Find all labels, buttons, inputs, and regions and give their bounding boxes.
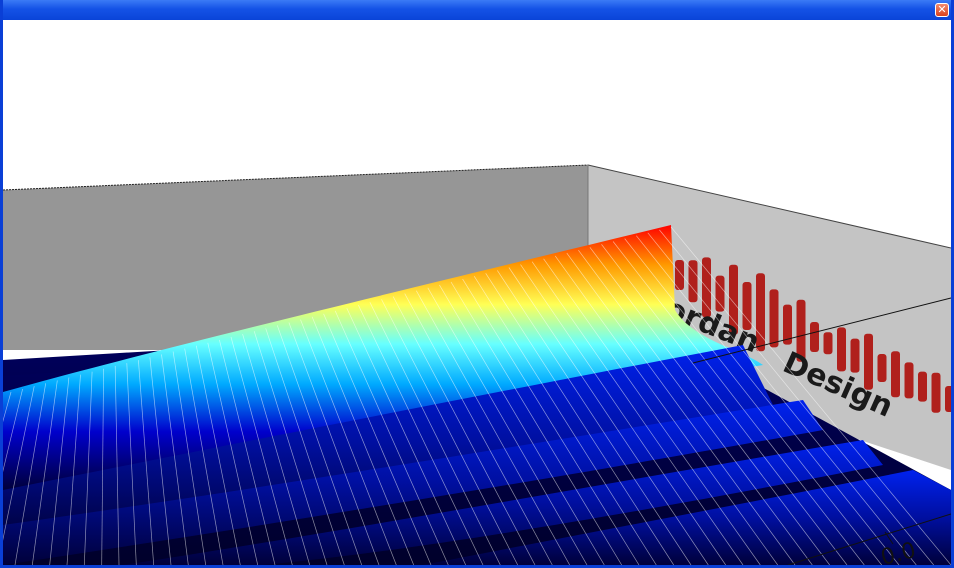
watermark-bar	[823, 332, 833, 355]
watermark-bar	[769, 289, 779, 348]
watermark-bar	[850, 338, 860, 373]
watermark-bar	[810, 322, 819, 352]
close-button[interactable]: ✕	[935, 3, 949, 17]
watermark-bar	[877, 354, 887, 382]
watermark-bar	[837, 327, 846, 372]
watermark-bar	[945, 386, 951, 412]
watermark-bar	[688, 260, 698, 303]
watermark-bar	[918, 371, 927, 402]
app-window: ✕ ordan Design 0.0	[0, 0, 954, 568]
watermark-bar	[904, 362, 914, 399]
plot-viewport[interactable]: ordan Design 0.0	[3, 20, 951, 565]
waterfall-3d-plot[interactable]: ordan Design 0.0	[3, 20, 951, 565]
title-bar[interactable]: ✕	[3, 0, 951, 20]
watermark-bar	[715, 275, 725, 312]
watermark-bar	[931, 372, 941, 413]
close-icon: ✕	[937, 3, 947, 16]
